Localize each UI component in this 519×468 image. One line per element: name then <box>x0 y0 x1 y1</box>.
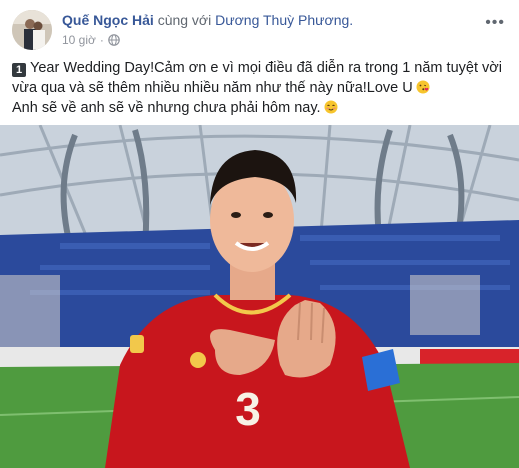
post-line-3: Anh sẽ về anh sẽ về nhưng chưa phải hôm … <box>12 98 509 118</box>
jersey-number: 3 <box>235 383 261 435</box>
author-line: Quế Ngọc Hải cùng với Dương Thuỳ Phương. <box>62 12 353 28</box>
number-one-emoji: 1 <box>12 63 26 77</box>
post-text: 1 Year Wedding Day!Cảm ơn e vì mọi điều đ… <box>12 58 509 118</box>
post-line-1: 1 Year Wedding Day!Cảm ơn e vì mọi điều đ… <box>12 58 509 78</box>
with-label: cùng với <box>157 12 212 28</box>
timestamp[interactable]: 10 giờ <box>62 33 96 47</box>
post-header: Quế Ngọc Hải cùng với Dương Thuỳ Phương.… <box>12 10 507 52</box>
more-horizontal-icon[interactable]: ••• <box>485 14 505 32</box>
avatar[interactable] <box>12 10 52 50</box>
post-photo[interactable]: 3 <box>0 125 519 468</box>
post-line-2: vừa qua và sẽ thêm nhiều nhiều năm như t… <box>12 78 509 98</box>
globe-icon[interactable] <box>108 34 120 46</box>
kiss-heart-emoji <box>416 80 430 94</box>
blushing-smile-emoji <box>324 100 338 114</box>
tagged-person[interactable]: Dương Thuỳ Phương. <box>215 12 353 28</box>
facebook-post: Quế Ngọc Hải cùng với Dương Thuỳ Phương.… <box>0 0 519 468</box>
post-meta: 10 giờ · <box>62 33 120 47</box>
author-name[interactable]: Quế Ngọc Hải <box>62 12 154 28</box>
